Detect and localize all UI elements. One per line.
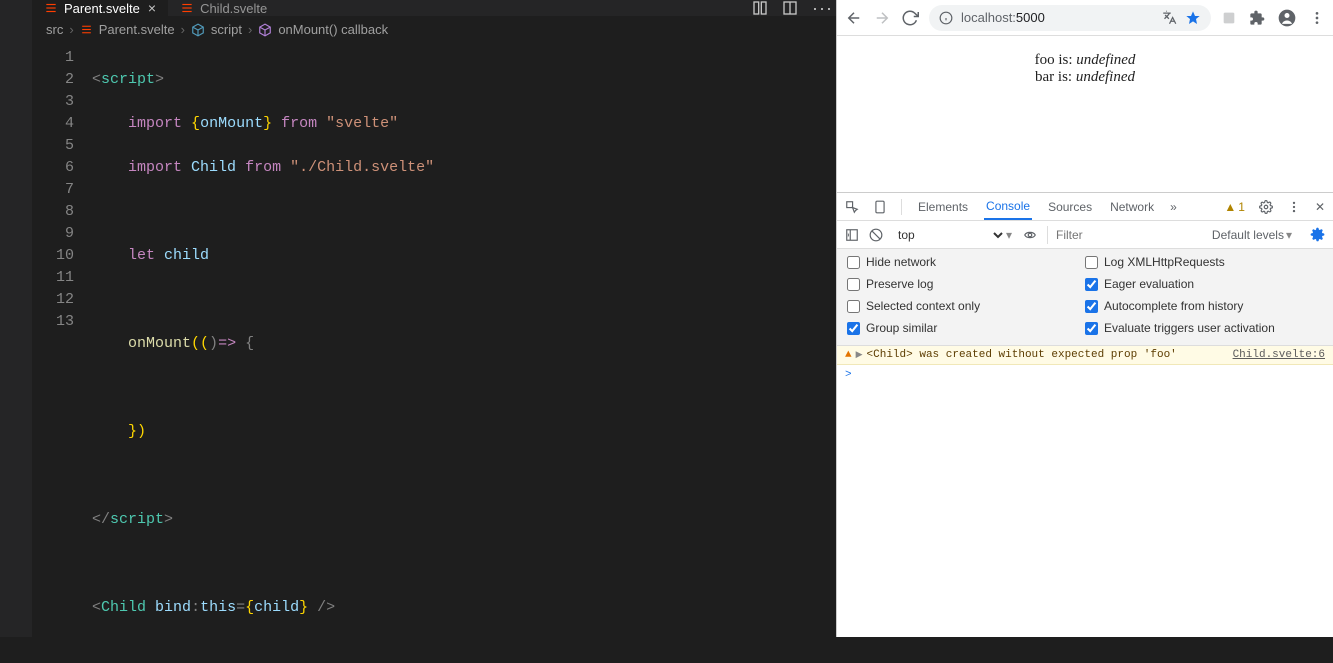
breadcrumb[interactable]: src › Parent.svelte › script › onMount()… — [32, 16, 836, 43]
console-prompt[interactable]: > — [837, 365, 1333, 385]
reload-icon[interactable] — [901, 9, 919, 27]
expand-arrow-icon[interactable]: ▶ — [856, 350, 863, 360]
function-icon — [258, 23, 272, 37]
tab-console[interactable]: Console — [984, 193, 1032, 220]
kebab-icon[interactable] — [1287, 200, 1301, 214]
tab-network[interactable]: Network — [1108, 193, 1156, 220]
tab-child-svelte[interactable]: Child.svelte — [168, 0, 279, 16]
bookmark-star-icon[interactable] — [1185, 10, 1201, 26]
opt-group-similar[interactable]: Group similar — [847, 321, 1085, 335]
tab-sources[interactable]: Sources — [1046, 193, 1094, 220]
warning-count[interactable]: ▲ 1 — [1224, 200, 1245, 214]
browser-pane: localhost:5000 foo is: undefined bar is:… — [836, 0, 1333, 637]
menu-kebab-icon[interactable] — [1309, 10, 1325, 26]
editor-pane: Parent.svelte × Child.svelte ··· src › P… — [0, 0, 836, 637]
sidebar-toggle-icon[interactable] — [845, 228, 859, 242]
compare-icon[interactable] — [752, 0, 768, 16]
browser-extensions — [1221, 8, 1325, 28]
code-content[interactable]: <script> import {onMount} from "svelte" … — [92, 43, 836, 663]
opt-eval-triggers[interactable]: Evaluate triggers user activation — [1085, 321, 1323, 335]
url-text: localhost:5000 — [961, 10, 1045, 25]
live-expression-icon[interactable] — [1023, 228, 1037, 242]
activity-bar — [0, 0, 32, 637]
opt-eager-eval[interactable]: Eager evaluation — [1085, 277, 1323, 291]
warning-icon: ▲ — [845, 349, 852, 361]
console-filterbar: top▾ Default levels ▾ — [837, 221, 1333, 249]
breadcrumb-func[interactable]: onMount() callback — [278, 22, 388, 37]
filter-input[interactable] — [1047, 226, 1147, 244]
device-icon[interactable] — [873, 200, 887, 214]
opt-selected-ctx[interactable]: Selected context only — [847, 299, 1085, 313]
back-icon[interactable] — [845, 9, 863, 27]
opt-preserve-log[interactable]: Preserve log — [847, 277, 1085, 291]
console-options: Hide network Log XMLHttpRequests Preserv… — [837, 249, 1333, 346]
warning-source-link[interactable]: Child.svelte:6 — [1233, 349, 1325, 361]
tab-elements[interactable]: Elements — [916, 193, 970, 220]
opt-log-xhr[interactable]: Log XMLHttpRequests — [1085, 255, 1323, 269]
more-tabs-icon[interactable]: » — [1170, 200, 1177, 214]
opt-autocomplete[interactable]: Autocomplete from history — [1085, 299, 1323, 313]
more-icon[interactable]: ··· — [812, 0, 828, 16]
output-line-bar: bar is: undefined — [845, 69, 1325, 86]
chevron-right-icon: › — [248, 22, 252, 37]
info-icon[interactable] — [939, 11, 953, 25]
code-editor[interactable]: 12345678910111213 <script> import {onMou… — [32, 43, 836, 663]
opt-hide-network[interactable]: Hide network — [847, 255, 1085, 269]
tab-label: Parent.svelte — [64, 1, 140, 16]
console-settings-icon[interactable] — [1310, 227, 1325, 242]
extensions-puzzle-icon[interactable] — [1249, 10, 1265, 26]
translate-icon[interactable] — [1162, 10, 1177, 25]
inspect-icon[interactable] — [845, 200, 859, 214]
devtools-panel: Elements Console Sources Network » ▲ 1 ✕… — [837, 192, 1333, 637]
clear-console-icon[interactable] — [869, 228, 883, 242]
page-content: foo is: undefined bar is: undefined — [837, 36, 1333, 192]
browser-toolbar: localhost:5000 — [837, 0, 1333, 36]
profile-icon[interactable] — [1277, 8, 1297, 28]
chevron-right-icon: › — [69, 22, 73, 37]
breadcrumb-scope[interactable]: script — [211, 22, 242, 37]
extension-icon[interactable] — [1221, 10, 1237, 26]
svelte-file-icon — [44, 1, 58, 15]
settings-gear-icon[interactable] — [1259, 200, 1273, 214]
chevron-right-icon: › — [181, 22, 185, 37]
split-editor-icon[interactable] — [782, 0, 798, 16]
console-warning-row[interactable]: ▲ ▶ <Child> was created without expected… — [837, 346, 1333, 365]
line-gutter: 12345678910111213 — [32, 43, 92, 663]
forward-icon[interactable] — [873, 9, 891, 27]
breadcrumb-file[interactable]: Parent.svelte — [99, 22, 175, 37]
warning-text: <Child> was created without expected pro… — [867, 349, 1177, 361]
tabs-actions: ··· — [752, 0, 836, 16]
output-line-foo: foo is: undefined — [845, 52, 1325, 69]
tab-parent-svelte[interactable]: Parent.svelte × — [32, 0, 168, 16]
console-output: ▲ ▶ <Child> was created without expected… — [837, 346, 1333, 637]
devtools-tabbar: Elements Console Sources Network » ▲ 1 ✕ — [837, 193, 1333, 221]
svelte-file-icon — [80, 23, 93, 36]
svelte-file-icon — [180, 1, 194, 15]
breadcrumb-src[interactable]: src — [46, 22, 63, 37]
address-bar[interactable]: localhost:5000 — [929, 5, 1211, 31]
tab-label: Child.svelte — [200, 1, 267, 16]
context-select[interactable]: top▾ — [893, 226, 1013, 244]
log-levels-select[interactable]: Default levels ▾ — [1212, 228, 1292, 242]
close-icon[interactable]: × — [148, 0, 156, 16]
close-devtools-icon[interactable]: ✕ — [1315, 200, 1325, 214]
editor-tabs-bar: Parent.svelte × Child.svelte ··· — [32, 0, 836, 16]
module-icon — [191, 23, 205, 37]
